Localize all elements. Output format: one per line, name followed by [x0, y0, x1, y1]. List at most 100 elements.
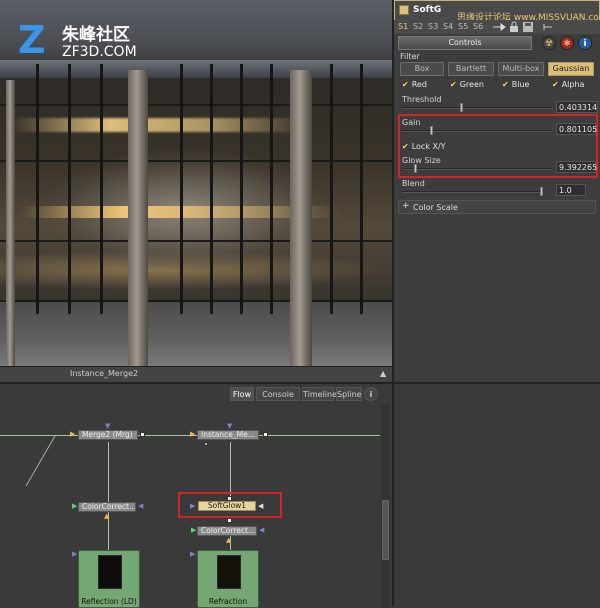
alpha-channel-label: Alpha	[561, 80, 585, 89]
blend-slider-track[interactable]	[402, 191, 542, 193]
check-icon: ✔	[552, 80, 559, 89]
expand-plus-icon[interactable]: +	[402, 201, 410, 211]
color-scale-section[interactable]: + Color Scale	[398, 200, 596, 214]
filter-box-button[interactable]: Box	[400, 62, 444, 76]
red-channel-checkbox[interactable]: ✔ Red	[402, 80, 427, 89]
softglow-node[interactable]: SoftGlow1	[198, 501, 256, 511]
loader-node-refraction[interactable]: Refraction	[197, 550, 259, 608]
loader-thumbnail	[217, 555, 241, 589]
glow-size-label: Glow Size	[402, 156, 441, 165]
flow-scrollbar[interactable]	[381, 404, 390, 608]
input-arrow-icon: ▶	[191, 526, 197, 534]
filter-gaussian-button[interactable]: Gaussian	[548, 62, 594, 76]
merge2-node[interactable]: Merge2 (Mrg)	[78, 430, 138, 440]
building-column	[128, 70, 148, 366]
lock-icon[interactable]	[508, 21, 520, 33]
check-icon: ✔	[402, 142, 409, 151]
window-frame	[0, 300, 392, 302]
window-mullion	[270, 64, 273, 314]
viewer-corner-arrow-icon[interactable]: ▲	[380, 369, 386, 378]
node-indicator	[204, 442, 208, 446]
tab-timeline[interactable]: Timeline	[302, 387, 337, 401]
image-viewer[interactable]: Z 朱峰社区 ZF3D.COM	[0, 0, 392, 366]
window-mullion	[210, 64, 213, 314]
color-correct-node-right[interactable]: ColorCorrect...	[197, 526, 257, 536]
site-logo: Z 朱峰社区 ZF3D.COM	[18, 14, 168, 64]
slot-tab-s6[interactable]: S6	[473, 22, 483, 31]
window-mullion	[240, 64, 243, 314]
input-arrow-icon: ▶	[70, 430, 76, 438]
pin-icon[interactable]	[492, 21, 506, 33]
slot-tab-s5[interactable]: S5	[458, 22, 468, 31]
color-scale-label: Color Scale	[413, 203, 458, 212]
threshold-label: Threshold	[402, 95, 442, 104]
alpha-channel-checkbox[interactable]: ✔ Alpha	[552, 80, 584, 89]
glow-size-value-field[interactable]: 9.392265	[556, 161, 597, 173]
glow-size-slider-track[interactable]	[402, 168, 552, 170]
threshold-slider-thumb[interactable]	[460, 103, 463, 112]
viewer-floor	[0, 300, 392, 366]
instance-merge-node[interactable]: Instance_Me...	[197, 430, 259, 440]
green-channel-label: Green	[459, 80, 484, 89]
gear-icon[interactable]: ✱	[560, 36, 574, 50]
slot-tab-s3[interactable]: S3	[428, 22, 438, 31]
mask-input-icon: ▼	[105, 422, 111, 430]
save-icon[interactable]	[522, 21, 534, 33]
tool-name: SoftG	[413, 5, 442, 15]
viewer-upper-lights	[10, 118, 310, 132]
threshold-slider-track[interactable]	[402, 107, 552, 109]
slot-tabs: S1 S2 S3 S4 S5 S6	[394, 20, 600, 34]
tab-spline[interactable]: Spline	[336, 387, 362, 401]
info-icon[interactable]: i	[578, 36, 592, 50]
lock-xy-label: Lock X/Y	[411, 142, 446, 151]
gain-value-field[interactable]: 0.801105	[556, 123, 597, 135]
tab-console[interactable]: Console	[256, 387, 300, 401]
window-mullion	[330, 64, 333, 314]
inspector-header[interactable]: SoftG 思缘设计论坛 www.MISSVUAN.com	[394, 0, 600, 23]
loader-node-reflection[interactable]: Reflection (LD)	[78, 550, 140, 608]
output-port[interactable]	[227, 496, 232, 501]
window-frame	[0, 160, 392, 162]
filter-label: Filter	[400, 52, 420, 61]
lock-xy-checkbox[interactable]: ✔ Lock X/Y	[402, 142, 446, 151]
reset-icon[interactable]	[542, 21, 554, 33]
flow-info-icon[interactable]: i	[364, 387, 378, 401]
output-arrow-icon: ▲	[104, 512, 110, 520]
flow-scrollbar-thumb[interactable]	[382, 500, 389, 560]
gain-slider-thumb[interactable]	[430, 126, 433, 135]
connection-wire	[25, 436, 56, 486]
radioactive-icon[interactable]: ☢	[542, 36, 556, 50]
window-mullion	[360, 64, 363, 314]
controls-tab[interactable]: Controls	[398, 36, 532, 50]
threshold-value-field[interactable]: 0.403314	[556, 101, 598, 113]
window-mullion	[68, 64, 71, 314]
blue-channel-checkbox[interactable]: ✔ Blue	[502, 80, 529, 89]
color-correct-node-left[interactable]: ColorCorrect...	[78, 502, 136, 512]
green-channel-checkbox[interactable]: ✔ Green	[450, 80, 484, 89]
tool-inspector: SoftG 思缘设计论坛 www.MISSVUAN.com S1 S2 S3 S…	[392, 0, 600, 382]
mask-input-icon: ▼	[227, 422, 233, 430]
tab-flow[interactable]: Flow	[230, 387, 254, 401]
window-frame	[0, 104, 392, 106]
output-port[interactable]	[227, 518, 232, 523]
slot-tab-s2[interactable]: S2	[413, 22, 423, 31]
glow-size-slider-thumb[interactable]	[413, 164, 417, 173]
slot-tab-s1[interactable]: S1	[398, 22, 408, 31]
mask-input-icon: ▶	[190, 502, 196, 510]
output-port[interactable]	[140, 432, 145, 437]
output-port[interactable]	[263, 432, 268, 437]
logo-chinese-text: 朱峰社区	[62, 25, 130, 45]
blend-label: Blend	[402, 179, 425, 188]
filter-bartlett-button[interactable]: Bartlett	[448, 62, 494, 76]
flow-canvas[interactable]: ▶ Merge2 (Mrg) ▼ ▶ Instance_Me... ▼ ▶ Co…	[0, 404, 380, 608]
blend-slider-thumb[interactable]	[540, 187, 543, 196]
check-icon: ✔	[450, 80, 457, 89]
filter-multibox-button[interactable]: Multi-box	[498, 62, 544, 76]
mask-input-icon: ◀	[138, 502, 144, 510]
blend-value-field[interactable]: 1.0	[556, 184, 586, 196]
slot-tab-s4[interactable]: S4	[443, 22, 453, 31]
logo-mark: Z	[18, 18, 46, 62]
gain-slider-track[interactable]	[402, 130, 552, 132]
gain-label: Gain	[402, 118, 421, 127]
tool-color-swatch-icon[interactable]	[399, 5, 409, 15]
